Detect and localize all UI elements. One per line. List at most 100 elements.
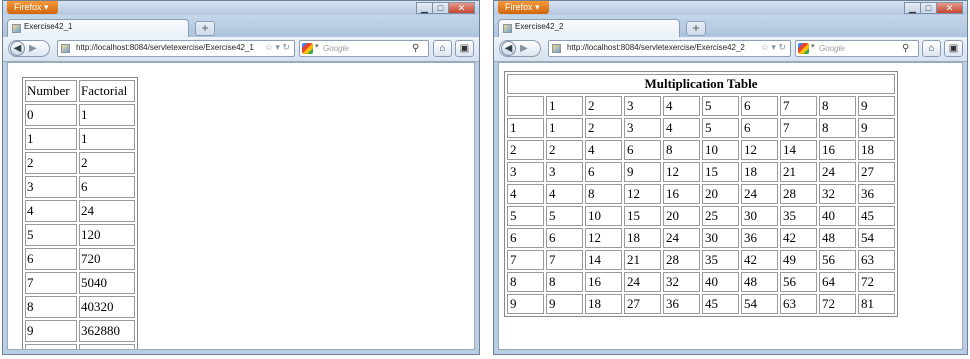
back-arrow-icon[interactable]: ◀ — [10, 41, 25, 56]
table-cell: 40 — [819, 206, 856, 226]
table-cell: 28 — [663, 250, 700, 270]
table-cell: 48 — [741, 272, 778, 292]
firefox-menu-button[interactable]: Firefox ▾ — [7, 1, 58, 14]
table-row: 01 — [25, 104, 135, 126]
bookmark-star-icon[interactable]: ☆ — [265, 42, 273, 52]
address-bar[interactable]: http://localhost:8084/servletexercise/Ex… — [548, 40, 791, 57]
table-cell: 18 — [741, 162, 778, 182]
table-cell: 30 — [702, 228, 739, 248]
maximize-icon[interactable]: □ — [920, 2, 937, 14]
table-cell: 18 — [585, 294, 622, 314]
table-cell: 14 — [780, 140, 817, 160]
row-header: 1 — [507, 118, 544, 138]
table-cell: 120 — [79, 224, 135, 246]
tab-exercise42-1[interactable]: Exercise42_1 — [7, 19, 189, 37]
table-cell: 2 — [546, 140, 583, 160]
forward-arrow-icon[interactable]: ▶ — [29, 41, 37, 56]
table-cell: 9 — [858, 118, 895, 138]
row-header: 3 — [507, 162, 544, 182]
table-cell: 15 — [624, 206, 661, 226]
table-cell: 54 — [858, 228, 895, 248]
table-cell: 12 — [741, 140, 778, 160]
table-cell: 2 — [585, 118, 622, 138]
table-cell: 48 — [819, 228, 856, 248]
table-cell: 64 — [819, 272, 856, 292]
table-cell: 3628800 — [79, 344, 135, 349]
window-controls: ▁ □ ✕ — [416, 2, 475, 14]
home-button[interactable]: ⌂ — [433, 40, 452, 57]
close-icon[interactable]: ✕ — [936, 2, 963, 14]
back-forward-group: ◀ ▶ — [499, 40, 541, 57]
table-cell: 36 — [858, 184, 895, 204]
table-cell: 21 — [780, 162, 817, 182]
home-button[interactable]: ⌂ — [922, 40, 941, 57]
reload-icon[interactable]: ↻ — [282, 42, 290, 52]
title-bar: Firefox ▾ ▁ □ ✕ — [3, 1, 479, 15]
search-magnifier-icon[interactable]: ⚲ — [412, 43, 419, 54]
maximize-icon[interactable]: □ — [432, 2, 449, 14]
minimize-icon[interactable]: ▁ — [416, 2, 433, 14]
column-header: 4 — [663, 96, 700, 116]
table-cell: 12 — [585, 228, 622, 248]
table-cell: 56 — [819, 250, 856, 270]
row-header: 7 — [507, 250, 544, 270]
search-placeholder: Google — [323, 44, 349, 53]
google-engine-icon[interactable] — [798, 43, 809, 54]
table-row: 9 362880 — [25, 320, 135, 342]
row-header: 4 — [507, 184, 544, 204]
tab-strip: Exercise42_1 + — [3, 15, 479, 37]
engine-dropdown-icon[interactable]: ▾ — [811, 42, 815, 50]
table-cell: 63 — [780, 294, 817, 314]
search-bar[interactable]: ▾ Google ⚲ — [299, 40, 429, 57]
title-bar: Firefox ▾ ▁ □ ✕ — [494, 1, 967, 15]
row-header: 6 — [507, 228, 544, 248]
table-cell: 24 — [624, 272, 661, 292]
table-cell: 4 — [25, 200, 77, 222]
table-cell: 24 — [741, 184, 778, 204]
table-cell: 4 — [546, 184, 583, 204]
table-row: 4 24 — [25, 200, 135, 222]
search-bar[interactable]: ▾ Google ⚲ — [795, 40, 919, 57]
table-cell: 6 — [546, 228, 583, 248]
url-text: http://localhost:8084/servletexercise/Ex… — [76, 43, 254, 52]
history-dropdown-icon[interactable]: ▾ — [771, 42, 776, 52]
table-cell: 362880 — [79, 320, 135, 342]
table-cell: 12 — [663, 162, 700, 182]
back-arrow-icon[interactable]: ◀ — [501, 41, 516, 56]
firefox-menu-button[interactable]: Firefox ▾ — [498, 1, 549, 14]
history-dropdown-icon[interactable]: ▾ — [275, 42, 280, 52]
search-magnifier-icon[interactable]: ⚲ — [902, 43, 909, 54]
table-cell: 20 — [663, 206, 700, 226]
table-cell: 35 — [780, 206, 817, 226]
addons-button[interactable]: ▣ — [944, 40, 963, 57]
address-bar[interactable]: http://localhost:8084/servletexercise/Ex… — [57, 40, 295, 57]
table-cell: 27 — [624, 294, 661, 314]
table-cell: 5 — [546, 206, 583, 226]
table-cell: 72 — [858, 272, 895, 292]
navigation-toolbar: ◀ ▶ http://localhost:8084/servletexercis… — [494, 37, 967, 62]
engine-dropdown-icon[interactable]: ▾ — [315, 42, 319, 50]
reload-icon[interactable]: ↻ — [778, 42, 786, 52]
google-engine-icon[interactable] — [302, 43, 313, 54]
forward-arrow-icon[interactable]: ▶ — [520, 41, 528, 56]
table-cell: 6 — [585, 162, 622, 182]
bookmark-star-icon[interactable]: ☆ — [761, 42, 769, 52]
table-cell: 35 — [702, 250, 739, 270]
page-favicon-icon — [12, 24, 21, 33]
table-cell: 30 — [741, 206, 778, 226]
table-row: 8 40320 — [25, 296, 135, 318]
table-cell: 6 — [79, 176, 135, 198]
table-cell: 7 — [780, 118, 817, 138]
home-icon: ⌂ — [928, 43, 935, 54]
addons-icon: ▣ — [948, 43, 959, 54]
column-header — [507, 96, 544, 116]
table-cell: 16 — [819, 140, 856, 160]
close-icon[interactable]: ✕ — [448, 2, 475, 14]
table-cell: 54 — [741, 294, 778, 314]
minimize-icon[interactable]: ▁ — [904, 2, 921, 14]
tab-exercise42-2[interactable]: Exercise42_2 — [498, 19, 680, 37]
new-tab-button[interactable]: + — [195, 21, 215, 36]
addons-button[interactable]: ▣ — [455, 40, 474, 57]
table-cell: 6 — [624, 140, 661, 160]
new-tab-button[interactable]: + — [686, 21, 706, 36]
